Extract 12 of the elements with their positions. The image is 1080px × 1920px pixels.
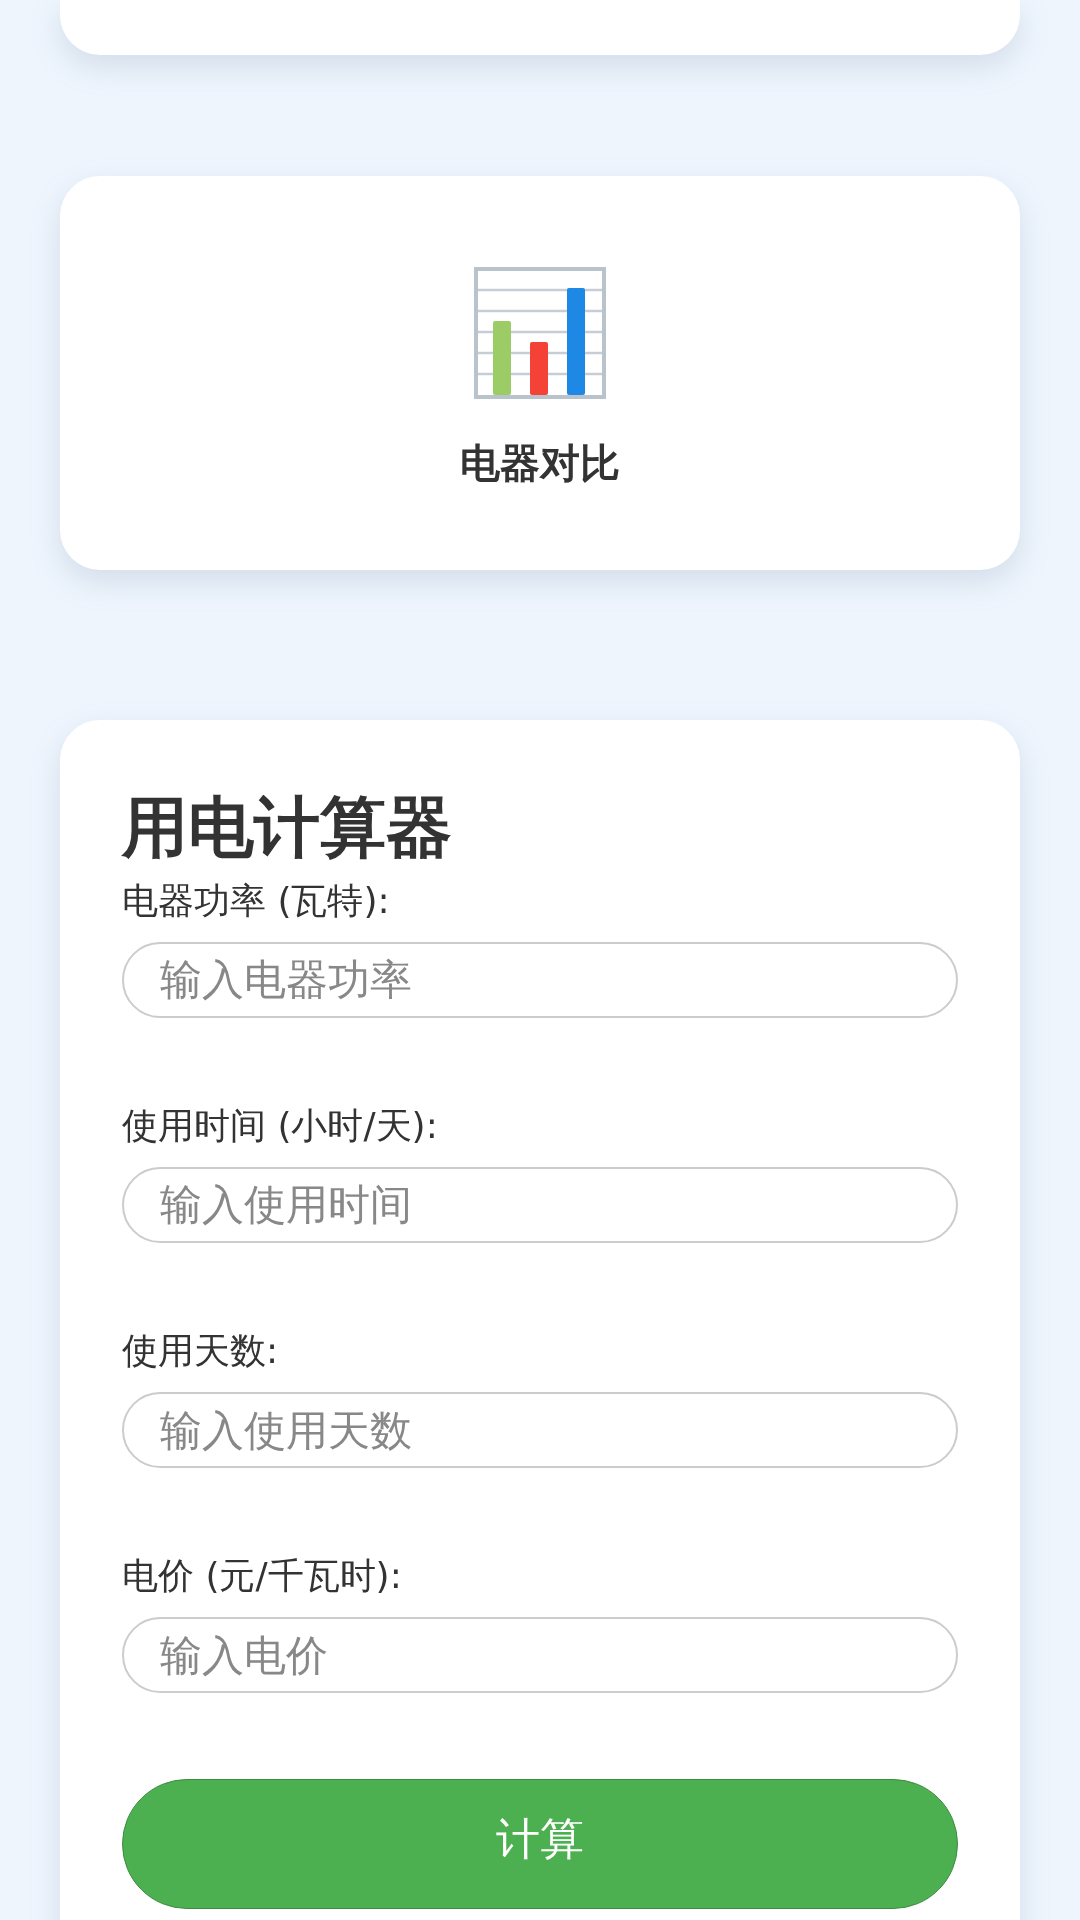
card-title: 电器对比 bbox=[460, 438, 620, 488]
feature-card[interactable]: 电器对比 bbox=[60, 176, 1020, 570]
calculator-title: 用电计算器 bbox=[122, 792, 453, 865]
field-label: 电价 (元/千瓦时): bbox=[122, 1554, 403, 1598]
input-field[interactable]: 输入使用时间 bbox=[122, 1166, 958, 1243]
bar-chart-icon bbox=[473, 265, 607, 400]
field-label: 电器功率 (瓦特): bbox=[122, 878, 391, 922]
field-label: 使用时间 (小时/天): bbox=[122, 1103, 439, 1147]
input-field[interactable]: 输入使用天数 bbox=[122, 1392, 958, 1469]
input-field[interactable]: 输入电器功率 bbox=[122, 941, 958, 1018]
input-field[interactable]: 输入电价 bbox=[122, 1617, 958, 1694]
field-label: 使用天数: bbox=[122, 1328, 280, 1373]
